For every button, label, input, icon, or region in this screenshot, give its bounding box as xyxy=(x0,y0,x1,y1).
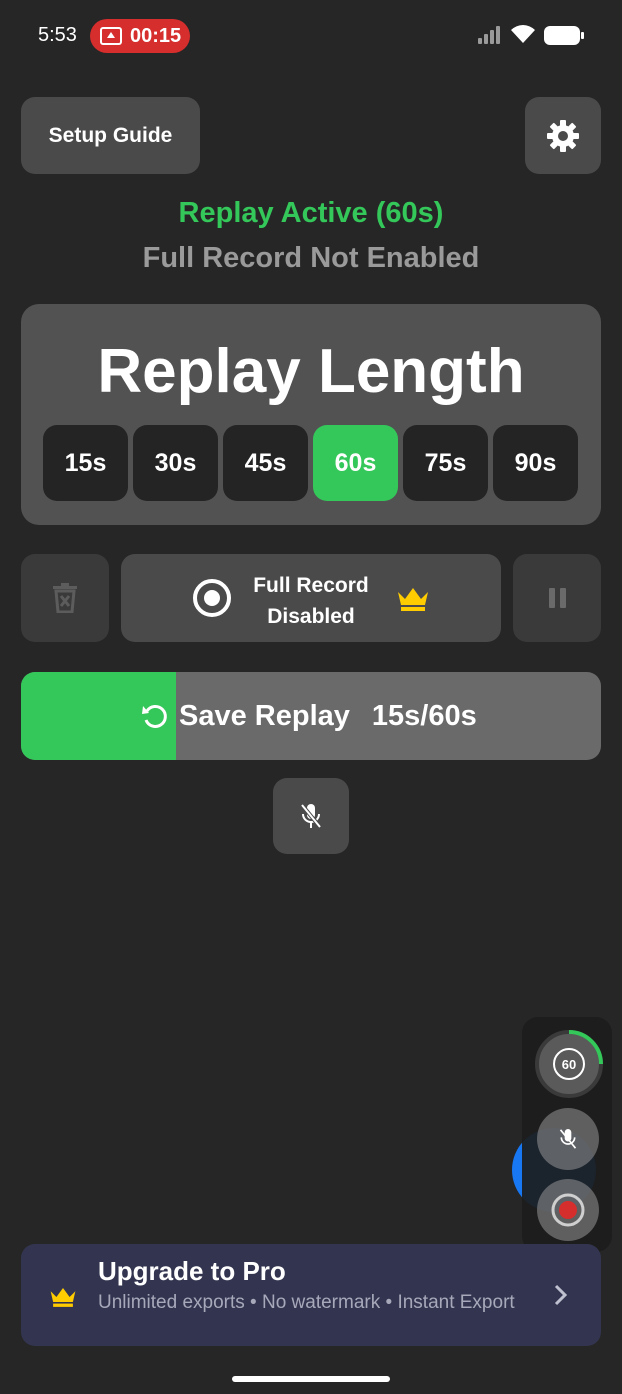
length-option-60s[interactable]: 60s xyxy=(313,425,398,501)
floating-record-button[interactable] xyxy=(537,1179,599,1241)
length-option-30s[interactable]: 30s xyxy=(133,425,218,501)
record-icon xyxy=(193,579,231,617)
replay-timer-icon[interactable]: 60 xyxy=(534,1029,604,1099)
pause-icon-bar xyxy=(559,588,566,608)
mic-off-icon xyxy=(300,803,322,829)
replay-length-title: Replay Length xyxy=(97,337,525,406)
status-time: 5:53 xyxy=(38,24,77,46)
crown-icon xyxy=(398,588,428,611)
setup-guide-label: Setup Guide xyxy=(48,123,173,147)
pause-button[interactable] xyxy=(513,554,601,642)
screen-cast-icon xyxy=(100,27,122,45)
length-option-90s[interactable]: 90s xyxy=(493,425,578,501)
length-option-15s[interactable]: 15s xyxy=(43,425,128,501)
save-replay-button[interactable]: Save Replay 15s/60s xyxy=(21,672,601,760)
crown-icon xyxy=(50,1287,76,1307)
full-record-status: Full Record Not Enabled xyxy=(142,242,480,274)
replay-icon xyxy=(142,704,167,728)
home-indicator[interactable] xyxy=(232,1376,390,1382)
upgrade-title: Upgrade to Pro xyxy=(98,1256,286,1286)
full-record-label: Full Record Disabled xyxy=(253,574,369,628)
replay-timer-label: 60 xyxy=(562,1057,576,1072)
wifi-icon xyxy=(511,25,535,43)
save-replay-label: Save Replay xyxy=(179,699,350,732)
replay-length-options: 15s 30s 45s 60s 75s 90s xyxy=(43,425,578,501)
pause-icon xyxy=(548,588,555,608)
length-option-45s[interactable]: 45s xyxy=(223,425,308,501)
battery-icon xyxy=(544,26,584,45)
record-icon xyxy=(551,1193,585,1227)
recording-indicator[interactable]: 00:15 xyxy=(90,19,190,53)
signal-icon xyxy=(478,26,504,44)
floating-control-panel: 60 xyxy=(522,1017,612,1252)
mic-off-icon xyxy=(559,1129,577,1149)
delete-button[interactable] xyxy=(21,554,109,642)
settings-button[interactable] xyxy=(525,97,601,174)
setup-guide-button[interactable]: Setup Guide xyxy=(21,97,200,174)
upgrade-banner[interactable]: Upgrade to Pro Unlimited exports • No wa… xyxy=(21,1244,601,1346)
replay-length-card: Replay Length 15s 30s 45s 60s 75s 90s xyxy=(21,304,601,525)
status-bar: 5:53 00:15 xyxy=(0,0,622,72)
trash-icon xyxy=(53,583,77,613)
save-replay-count: 15s/60s xyxy=(371,699,477,732)
chevron-right-icon xyxy=(554,1284,568,1306)
full-record-toggle[interactable]: Full Record Disabled xyxy=(121,554,501,642)
recording-timer: 00:15 xyxy=(130,24,182,47)
length-option-75s[interactable]: 75s xyxy=(403,425,488,501)
gear-icon xyxy=(547,119,579,152)
mic-toggle-button[interactable] xyxy=(273,778,349,854)
replay-status: Replay Active (60s) xyxy=(178,197,444,229)
floating-mic-button[interactable] xyxy=(537,1108,599,1170)
upgrade-subtitle: Unlimited exports • No watermark • Insta… xyxy=(98,1292,515,1313)
